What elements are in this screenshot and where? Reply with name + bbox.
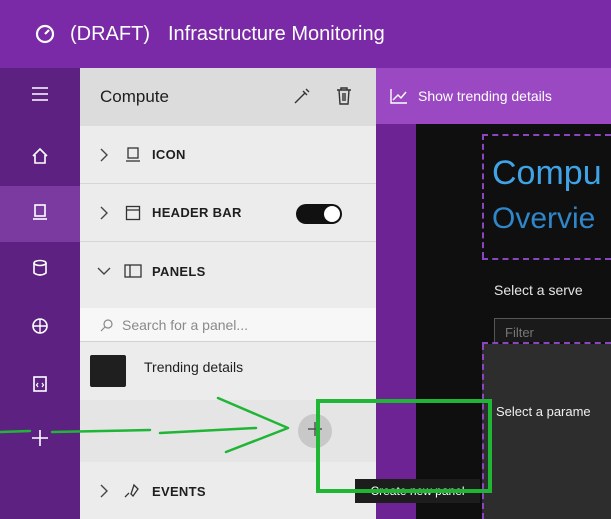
events-icon [124,482,142,500]
panel-item-label: Trending details [144,359,244,375]
parameter-card[interactable]: Select a parame [482,344,611,519]
menu-button[interactable] [0,68,80,124]
globe-icon [31,317,49,340]
rail-item-compute[interactable] [0,186,80,242]
section-icon[interactable]: ICON [80,126,376,184]
rail-item-home[interactable] [0,130,80,186]
plus-icon [30,428,50,453]
show-trending-button[interactable]: Show trending details [376,68,611,124]
section-label: ICON [152,147,186,162]
show-trending-label: Show trending details [418,88,552,104]
left-rail [0,68,80,519]
database-icon [32,259,48,282]
line-chart-icon [390,88,408,104]
filter-placeholder: Filter [505,325,534,340]
chevron-right-icon [96,483,112,499]
toggle-knob [324,206,340,222]
search-input[interactable] [122,316,352,333]
server-select-text: Select a serve [494,282,583,298]
panel-thumbnail [90,355,126,387]
canvas-title: Compu [492,154,602,192]
create-panel-tooltip: Create new panel [355,479,480,503]
rail-item-network[interactable] [0,300,80,356]
edit-icon[interactable] [290,84,314,108]
code-file-icon [32,375,48,398]
trash-icon[interactable] [332,84,356,108]
server-select-card[interactable]: Select a serve Filter [482,258,611,344]
home-icon [31,147,49,170]
section-header-bar[interactable]: HEADER BAR [80,184,376,242]
tree-panel: Compute ICON HEADER BAR PANELS Trending … [80,68,376,519]
panel-item-trending-details[interactable]: Trending details [80,342,376,400]
chevron-right-icon [96,147,112,163]
filter-input[interactable]: Filter [494,318,611,342]
create-panel-button[interactable] [298,414,332,448]
computer-icon [31,203,49,226]
section-label: PANELS [152,263,206,279]
panel-search [80,308,376,342]
title-card[interactable]: Compu Overvie [482,134,611,258]
panel-header: Compute [80,68,376,126]
section-label: HEADER BAR [152,205,242,220]
draft-label: (DRAFT) [70,22,150,45]
section-panels[interactable]: PANELS [80,242,376,300]
hamburger-icon [31,86,49,106]
computer-icon [124,146,142,164]
rail-item-storage[interactable] [0,242,80,298]
rail-add-button[interactable] [0,412,80,468]
add-panel-row [80,400,376,462]
section-label: EVENTS [152,483,206,499]
plus-icon [307,421,323,442]
chevron-right-icon [96,205,112,221]
gauge-icon [34,23,56,45]
title-bar: (DRAFT) Infrastructure Monitoring [0,0,611,68]
panels-icon [124,262,142,280]
header-bar-toggle[interactable] [296,204,342,224]
panel-title: Compute [100,87,169,106]
parameter-text: Select a parame [496,404,591,419]
canvas-subtitle: Overvie [492,202,596,235]
rail-item-code[interactable] [0,358,80,414]
app-title: Infrastructure Monitoring [167,22,385,45]
search-icon [100,318,114,332]
header-bar-icon [124,204,142,222]
chevron-down-icon [96,263,112,279]
section-events[interactable]: EVENTS [80,462,376,519]
